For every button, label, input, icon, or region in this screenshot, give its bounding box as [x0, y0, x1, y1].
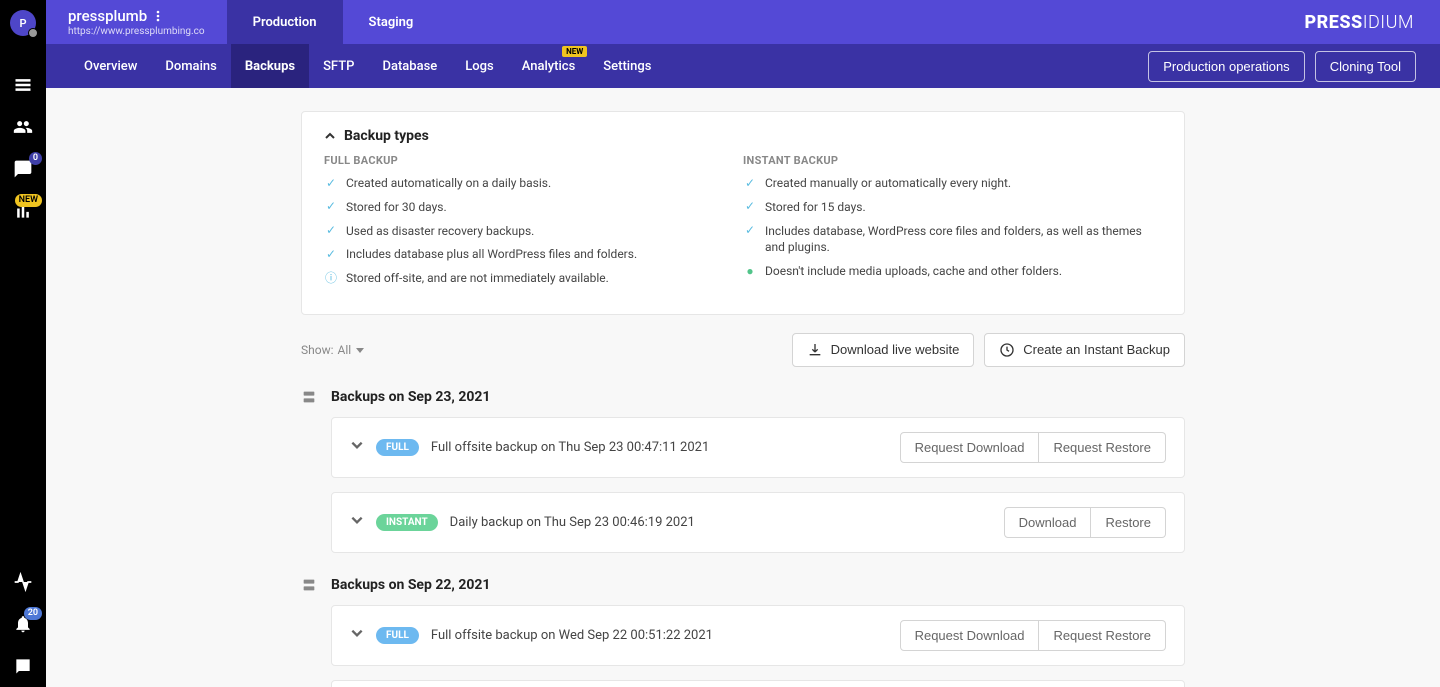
tab-settings[interactable]: Settings [589, 44, 665, 88]
check-icon: ✓ [324, 176, 338, 190]
restore-button[interactable]: Restore [1091, 507, 1166, 538]
day-heading: Backups on Sep 23, 2021 [301, 389, 1185, 405]
chevron-down-icon [350, 438, 364, 452]
backup-row: Instant Daily backup on Thu Sep 23 00:46… [331, 492, 1185, 553]
show-filter[interactable]: Show: All [301, 343, 365, 357]
tab-overview[interactable]: Overview [70, 44, 151, 88]
account-avatar[interactable]: P [10, 10, 36, 36]
backup-row: Full Full offsite backup on Wed Sep 22 0… [331, 605, 1185, 666]
people-icon [13, 117, 33, 137]
rail-analytics[interactable]: NEW [0, 190, 46, 232]
check-icon: ✓ [743, 224, 757, 238]
top-bar: pressplumb https://www.pressplumbing.co … [46, 0, 1440, 44]
production-operations-button[interactable]: Production operations [1148, 51, 1304, 82]
full-backup-list: ✓Created automatically on a daily basis.… [324, 175, 723, 287]
expand-row[interactable] [350, 438, 364, 456]
tab-domains[interactable]: Domains [151, 44, 230, 88]
check-icon: ✓ [743, 176, 757, 190]
tab-database[interactable]: Database [368, 44, 451, 88]
tab-analytics[interactable]: Analytics NEW [508, 44, 590, 88]
backup-actions: Request Download Request Restore [900, 620, 1166, 651]
rail-team[interactable] [0, 106, 46, 148]
analytics-new-badge: NEW [15, 194, 42, 207]
dot-icon: ● [743, 264, 757, 278]
backup-types-panel: Backup types FULL BACKUP ✓Created automa… [301, 111, 1185, 315]
sub-nav: Overview Domains Backups SFTP Database L… [46, 44, 1440, 88]
tab-logs[interactable]: Logs [451, 44, 507, 88]
create-instant-backup-button[interactable]: Create an Instant Backup [984, 333, 1185, 367]
request-download-button[interactable]: Request Download [900, 432, 1040, 463]
env-tab-staging[interactable]: Staging [343, 0, 440, 44]
chevron-up-icon [324, 130, 336, 142]
download-icon [807, 342, 823, 358]
rail-chat[interactable]: 0 [0, 148, 46, 190]
env-tabs: Production Staging [227, 0, 440, 44]
backup-description: Full offsite backup on Wed Sep 22 00:51:… [431, 628, 888, 643]
chat-badge: 0 [29, 152, 42, 165]
backup-types-toggle[interactable]: Backup types [324, 128, 1162, 144]
request-download-button[interactable]: Request Download [900, 620, 1040, 651]
site-url: https://www.pressplumbing.co [68, 26, 205, 37]
backup-toolbar: Show: All Download live website Create a… [301, 333, 1185, 367]
panel-title: Backup types [344, 128, 429, 144]
check-icon: ✓ [324, 200, 338, 214]
backup-row: Instant Daily backup on Wed Sep 22 00:50… [331, 680, 1185, 687]
new-flag: NEW [562, 46, 587, 57]
tab-sftp[interactable]: SFTP [309, 44, 368, 88]
server-icon [301, 577, 317, 593]
backup-actions: Download Restore [1004, 507, 1166, 538]
history-icon [999, 342, 1015, 358]
site-info[interactable]: pressplumb https://www.pressplumbing.co [46, 7, 227, 37]
brand-logo: PRESSIDIUM [1304, 12, 1440, 33]
tab-backups[interactable]: Backups [231, 44, 309, 88]
caret-down-icon [355, 345, 365, 355]
download-button[interactable]: Download [1004, 507, 1092, 538]
backup-actions: Request Download Request Restore [900, 432, 1166, 463]
download-live-website-button[interactable]: Download live website [792, 333, 975, 367]
chevron-down-icon [350, 513, 364, 527]
site-name: pressplumb [68, 7, 147, 25]
backup-type-pill: Full [376, 439, 419, 456]
check-icon: ✓ [324, 247, 338, 261]
left-rail: P 0 NEW 20 [0, 0, 46, 687]
env-tab-production[interactable]: Production [227, 0, 343, 44]
backup-type-pill: Instant [376, 514, 438, 531]
backup-description: Full offsite backup on Thu Sep 23 00:47:… [431, 440, 888, 455]
main-content: Backup types FULL BACKUP ✓Created automa… [46, 88, 1440, 687]
info-icon: ⓘ [324, 271, 338, 285]
request-restore-button[interactable]: Request Restore [1039, 432, 1166, 463]
notifications-badge: 20 [24, 607, 42, 620]
expand-row[interactable] [350, 626, 364, 644]
stack-icon [13, 75, 33, 95]
cloning-tool-button[interactable]: Cloning Tool [1315, 51, 1416, 82]
rail-sites[interactable] [0, 64, 46, 106]
check-icon: ✓ [324, 224, 338, 238]
day-group: Backups on Sep 23, 2021 Full Full offsit… [301, 389, 1185, 553]
server-icon [301, 389, 317, 405]
expand-row[interactable] [350, 513, 364, 531]
help-icon [13, 656, 33, 676]
full-backup-heading: FULL BACKUP [324, 154, 723, 167]
check-icon: ✓ [743, 200, 757, 214]
backup-type-pill: Full [376, 627, 419, 644]
instant-backup-heading: INSTANT BACKUP [743, 154, 1142, 167]
rail-notifications[interactable]: 20 [0, 603, 46, 645]
instant-backup-list: ✓Created manually or automatically every… [743, 175, 1142, 280]
day-group: Backups on Sep 22, 2021 Full Full offsit… [301, 577, 1185, 687]
request-restore-button[interactable]: Request Restore [1039, 620, 1166, 651]
chevron-down-icon [350, 626, 364, 640]
more-icon[interactable] [153, 9, 163, 23]
backup-row: Full Full offsite backup on Thu Sep 23 0… [331, 417, 1185, 478]
day-heading: Backups on Sep 22, 2021 [301, 577, 1185, 593]
rail-activity[interactable] [0, 561, 46, 603]
rail-help[interactable] [0, 645, 46, 687]
activity-icon [13, 572, 33, 592]
backup-description: Daily backup on Thu Sep 23 00:46:19 2021 [450, 515, 992, 530]
